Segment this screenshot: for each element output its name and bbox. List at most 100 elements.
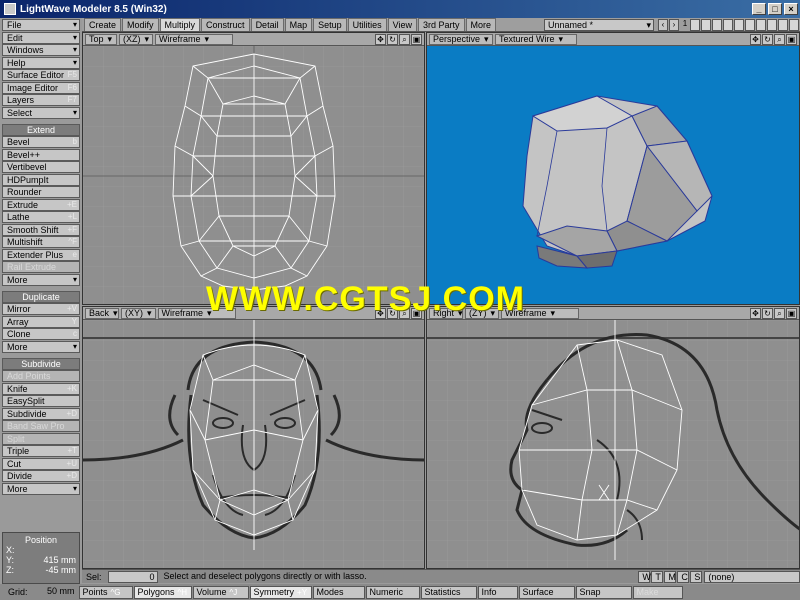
layer-box[interactable] [734, 19, 744, 31]
file-button[interactable]: File ▾ [2, 19, 80, 31]
more-button[interactable]: More ▾ [2, 482, 80, 495]
zoom-view-icon[interactable]: ⌕ [399, 33, 410, 45]
viewport-top[interactable]: Top (XZ) Wireframe ✥ ↻ ⌕ ▣ [82, 32, 425, 305]
object-select[interactable]: Unnamed * ▾ [544, 19, 654, 31]
extrude-button[interactable]: Extrude +E [2, 198, 80, 211]
tab-view[interactable]: View [387, 18, 417, 31]
layer-flag-w[interactable]: W [638, 570, 651, 583]
layers-button[interactable]: Layers F7 [2, 94, 80, 106]
rotate-view-icon[interactable]: ↻ [762, 307, 773, 319]
maximize-button[interactable]: □ [768, 3, 782, 15]
layer-flag-s[interactable]: S [690, 570, 703, 583]
surface-editor-button[interactable]: Surface Editor F5 [2, 69, 80, 81]
render-mode-select[interactable]: Textured Wire [495, 33, 577, 45]
cut-button[interactable]: Cut +U [2, 457, 80, 470]
volume-button[interactable]: Volume ^J [192, 585, 249, 599]
layer-box[interactable] [789, 19, 799, 31]
divide-button[interactable]: Divide +D [2, 470, 80, 482]
tab-detail[interactable]: Detail [250, 18, 284, 31]
viewport-top-canvas[interactable] [83, 46, 424, 304]
move-view-icon[interactable]: ✥ [750, 307, 761, 319]
layer-flag-c[interactable]: C [677, 570, 690, 583]
rotate-view-icon[interactable]: ↻ [387, 33, 398, 45]
easysplit-button[interactable]: EasySplit [2, 395, 80, 407]
surface-button[interactable]: Surface [518, 585, 575, 599]
tab-create[interactable]: Create [84, 18, 122, 31]
axes-select[interactable]: (XZ) [119, 33, 154, 45]
layer-flag-m[interactable]: M [664, 570, 677, 583]
hdpumpit-button[interactable]: HDPumpIt [2, 173, 80, 186]
viewport-perspective-canvas[interactable] [427, 46, 799, 304]
viewport-right[interactable]: Right (ZY) Wireframe ✥ ↻ ⌕ ▣ [426, 306, 800, 569]
view-type-select[interactable]: Back [85, 307, 119, 319]
rotate-view-icon[interactable]: ↻ [762, 33, 773, 45]
layer-box[interactable] [701, 19, 711, 31]
layer-box[interactable] [778, 19, 788, 31]
zoom-view-icon[interactable]: ⌕ [774, 307, 785, 319]
select-button[interactable]: Select ▾ [2, 106, 80, 119]
tab-more[interactable]: More [465, 18, 497, 31]
maximize-view-icon[interactable]: ▣ [786, 307, 797, 319]
tab-map[interactable]: Map [284, 18, 313, 31]
viewport-back-canvas[interactable] [83, 320, 424, 568]
layer-box[interactable] [756, 19, 766, 31]
tab-multiply[interactable]: Multiply [159, 18, 201, 31]
view-type-select[interactable]: Perspective [429, 33, 493, 45]
axes-select[interactable]: (XY) [121, 307, 156, 319]
image-editor-button[interactable]: Image Editor F6 [2, 81, 80, 94]
subdivide-button[interactable]: Subdivide +D [2, 407, 80, 420]
viewport-back[interactable]: Back (XY) Wireframe ✥ ↻ ⌕ ▣ [82, 306, 425, 569]
maximize-view-icon[interactable]: ▣ [786, 33, 797, 45]
tab-modify[interactable]: Modify [122, 18, 159, 31]
render-mode-select[interactable]: Wireframe [155, 33, 234, 45]
points-button[interactable]: Points ^G [78, 585, 133, 599]
viewport-perspective[interactable]: Perspective Textured Wire ✥ ↻ ⌕ ▣ [426, 32, 800, 305]
move-view-icon[interactable]: ✥ [375, 33, 386, 45]
zoom-view-icon[interactable]: ⌕ [774, 33, 785, 45]
modes-button[interactable]: Modes [312, 585, 365, 599]
knife-button[interactable]: Knife +K [2, 382, 80, 395]
extender-plus-button[interactable]: Extender Plus e [2, 248, 80, 261]
layer-box[interactable] [690, 19, 700, 31]
array-button[interactable]: Array Y [2, 315, 80, 328]
layer-box[interactable] [745, 19, 755, 31]
move-view-icon[interactable]: ✥ [750, 33, 761, 45]
surface-select[interactable]: (none) [704, 570, 800, 583]
viewport-right-canvas[interactable] [427, 320, 799, 568]
edit-button[interactable]: Edit ▾ [2, 31, 80, 44]
bevel-button[interactable]: Bevel++ [2, 148, 80, 161]
minimize-button[interactable]: _ [752, 3, 766, 15]
bevel-button[interactable]: Bevel b [2, 136, 80, 148]
windows-button[interactable]: Windows ▾ [2, 44, 80, 56]
numeric-button[interactable]: Numeric [365, 585, 420, 599]
view-type-select[interactable]: Top [85, 33, 117, 45]
tab-setup[interactable]: Setup [313, 18, 347, 31]
next-layer-icon[interactable]: › [669, 19, 679, 31]
more-button[interactable]: More ▾ [2, 340, 80, 353]
smooth-shift-button[interactable]: Smooth Shift +F [2, 223, 80, 236]
layer-box[interactable] [767, 19, 777, 31]
help-button[interactable]: Help ▾ [2, 56, 80, 69]
layer-flag-t[interactable]: T [651, 570, 664, 583]
tab-utilities[interactable]: Utilities [347, 18, 387, 31]
info-button[interactable]: Info [477, 585, 518, 599]
layer-box[interactable] [723, 19, 733, 31]
snap-button[interactable]: Snap [575, 585, 632, 599]
layer-box[interactable] [712, 19, 722, 31]
rounder-button[interactable]: Rounder [2, 186, 80, 198]
polygons-button[interactable]: Polygons ^H [133, 585, 192, 599]
more-button[interactable]: More ▾ [2, 273, 80, 286]
multishift-button[interactable]: Multishift ^F [2, 236, 80, 248]
clone-button[interactable]: Clone c [2, 328, 80, 340]
symmetry-button[interactable]: Symmetry +Y [249, 585, 312, 599]
prev-layer-icon[interactable]: ‹ [658, 19, 668, 31]
tab-construct[interactable]: Construct [201, 18, 250, 31]
tab-3rd-party[interactable]: 3rd Party [418, 18, 465, 31]
close-button[interactable]: × [784, 3, 798, 15]
maximize-view-icon[interactable]: ▣ [411, 33, 422, 45]
statistics-button[interactable]: Statistics [420, 585, 477, 599]
mirror-button[interactable]: Mirror +V [2, 303, 80, 315]
triple-button[interactable]: Triple +T [2, 445, 80, 457]
vertibevel-button[interactable]: Vertibevel [2, 161, 80, 173]
lathe-button[interactable]: Lathe +L [2, 211, 80, 223]
